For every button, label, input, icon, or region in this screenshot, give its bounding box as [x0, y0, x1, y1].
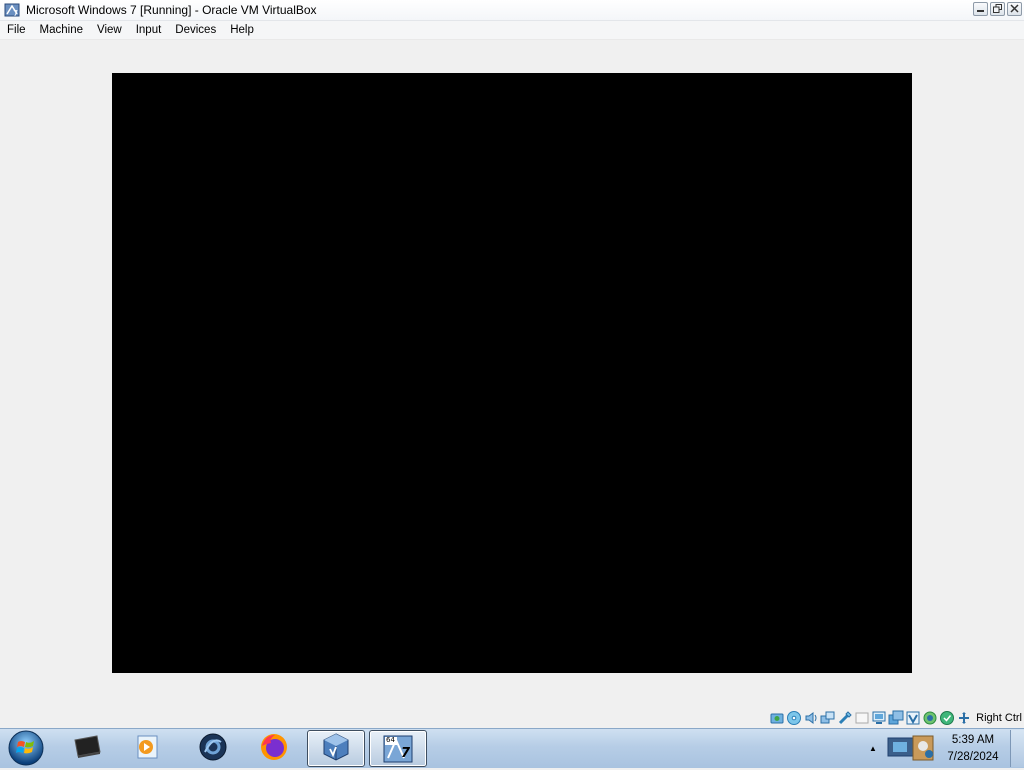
mouse-integration-icon[interactable]	[939, 710, 955, 726]
taskbar-vm-button[interactable]: 64 7	[369, 730, 427, 767]
minimize-button[interactable]	[973, 2, 988, 16]
close-button[interactable]	[1007, 2, 1022, 16]
hard-disk-icon[interactable]	[769, 710, 785, 726]
taskbar-media-player-button[interactable]	[118, 730, 176, 767]
windows7-64-vm-icon: 64 7	[382, 734, 414, 764]
taskbar-firefox-button[interactable]	[245, 730, 303, 767]
vm-version-number: 7	[401, 745, 411, 761]
show-desktop-button[interactable]	[1010, 730, 1024, 767]
status-bar: Right Ctrl	[769, 708, 1024, 728]
taskbar-terminal-button[interactable]	[58, 730, 116, 767]
svg-text:7: 7	[13, 9, 18, 18]
taskbar-virtualbox-button[interactable]	[307, 730, 365, 767]
start-button[interactable]	[4, 730, 48, 768]
shared-folders-icon[interactable]	[854, 710, 870, 726]
menu-input[interactable]: Input	[129, 21, 169, 39]
show-hidden-icons-arrow-icon: ▲	[869, 744, 877, 753]
audio-icon[interactable]	[803, 710, 819, 726]
minimize-icon	[976, 4, 985, 15]
window-controls	[973, 2, 1022, 16]
host-key-label: Right Ctrl	[976, 712, 1022, 724]
optical-drive-icon[interactable]	[786, 710, 802, 726]
menu-file[interactable]: File	[0, 21, 33, 39]
menu-view[interactable]: View	[90, 21, 129, 39]
cpu-icon[interactable]	[922, 710, 938, 726]
menu-bar: File Machine View Input Devices Help	[0, 21, 1024, 40]
taskbar-clock[interactable]: 5:39 AM 7/28/2024	[944, 732, 1002, 766]
window-title: Microsoft Windows 7 [Running] - Oracle V…	[26, 3, 317, 17]
taskbar: 64 7 ▲ 5:39 AM 7/28/2024	[0, 728, 1024, 768]
clock-time: 5:39 AM	[951, 734, 995, 746]
menu-help[interactable]: Help	[223, 21, 261, 39]
virtualbox-window: 7 Microsoft Windows 7 [Running] - Oracle…	[0, 0, 1024, 728]
display-icon[interactable]	[871, 710, 887, 726]
virtualbox-icon	[321, 732, 351, 765]
firefox-icon	[259, 732, 289, 765]
title-bar[interactable]: 7 Microsoft Windows 7 [Running] - Oracle…	[0, 0, 1024, 21]
vm-64-badge: 64	[386, 735, 395, 744]
show-hidden-icons-button[interactable]: ▲	[864, 730, 882, 767]
keyboard-icon[interactable]	[956, 710, 972, 726]
restore-icon	[993, 3, 1002, 15]
vm-display[interactable]	[112, 73, 912, 673]
windows-start-orb-icon	[7, 729, 45, 770]
system-tray-app-icon	[887, 734, 937, 765]
virtualbox-icon: 7	[4, 2, 20, 18]
clock-date: 7/28/2024	[947, 751, 999, 763]
media-player-icon	[133, 733, 161, 764]
video-capture-icon[interactable]	[888, 710, 904, 726]
system-tray-app[interactable]	[886, 734, 938, 764]
close-icon	[1010, 3, 1019, 15]
menu-devices[interactable]: Devices	[168, 21, 223, 39]
menu-machine[interactable]: Machine	[33, 21, 90, 39]
network-icon[interactable]	[820, 710, 836, 726]
settings-icon	[198, 732, 228, 765]
terminal-icon	[72, 734, 102, 763]
virtualization-icon[interactable]	[905, 710, 921, 726]
usb-icon[interactable]	[837, 710, 853, 726]
taskbar-settings-button[interactable]	[184, 730, 242, 767]
restore-button[interactable]	[990, 2, 1005, 16]
